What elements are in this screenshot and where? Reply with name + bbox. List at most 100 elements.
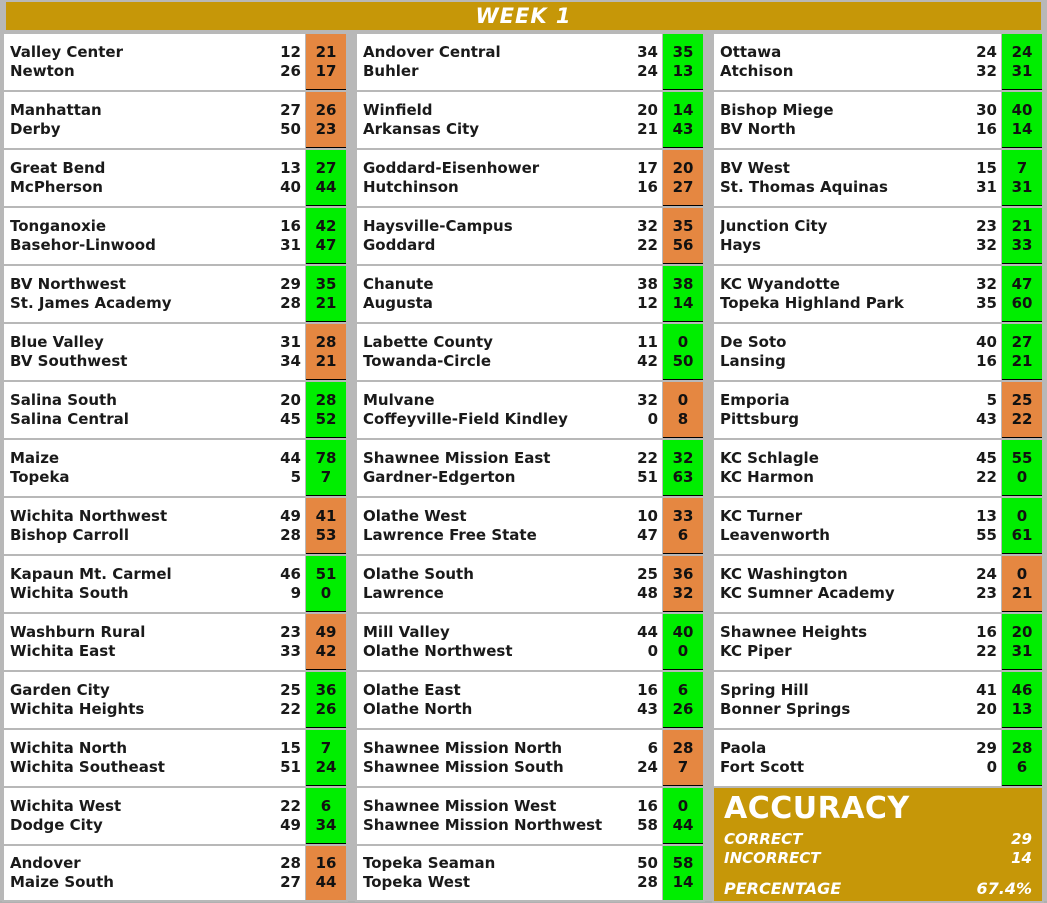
prediction-cell-incorrect: 41 53 — [306, 498, 346, 554]
game-row[interactable]: Wichita West 22 Dodge City 49 6 34 — [2, 786, 348, 844]
away-team-name: Maize — [10, 449, 60, 467]
home-team-row: BV North 16 — [720, 120, 997, 139]
away-team-row: Junction City 23 — [720, 217, 997, 236]
home-team-row: KC Sumner Academy 23 — [720, 584, 997, 603]
game-row[interactable]: Olathe East 16 Olathe North 43 6 26 — [355, 670, 705, 728]
away-team-row: Wichita Northwest 49 — [10, 507, 301, 526]
game-row[interactable]: Olathe South 25 Lawrence 48 36 32 — [355, 554, 705, 612]
game-row[interactable]: Winfield 20 Arkansas City 21 14 43 — [355, 90, 705, 148]
predicted-home-score: 52 — [315, 409, 337, 428]
prediction-cell-correct: 27 21 — [1002, 324, 1042, 380]
game-row[interactable]: KC Schlagle 45 KC Harmon 22 55 0 — [712, 438, 1044, 496]
away-team-name: Valley Center — [10, 43, 123, 61]
predicted-away-score: 7 — [320, 738, 332, 757]
prediction-cell-correct: 20 31 — [1002, 614, 1042, 670]
predicted-home-score: 13 — [1011, 699, 1033, 718]
away-team-score: 28 — [280, 854, 301, 872]
game-row[interactable]: Mill Valley 44 Olathe Northwest 0 40 0 — [355, 612, 705, 670]
game-row[interactable]: Wichita Northwest 49 Bishop Carroll 28 41 53 — [2, 496, 348, 554]
predicted-away-score: 20 — [1011, 622, 1033, 641]
away-team-name: Tonganoxie — [10, 217, 107, 235]
game-row[interactable]: Ottawa 24 Atchison 32 24 31 — [712, 32, 1044, 90]
game-row[interactable]: Valley Center 12 Newton 26 21 17 — [2, 32, 348, 90]
predicted-away-score: 40 — [672, 622, 694, 641]
game-teams: Shawnee Mission North 6 Shawnee Mission So… — [357, 730, 663, 786]
predicted-home-score: 34 — [315, 815, 337, 834]
game-teams: Andover 28 Maize South 27 — [4, 846, 306, 900]
home-team-row: Olathe North 43 — [363, 700, 658, 719]
predicted-home-score: 7 — [677, 757, 689, 776]
game-row[interactable]: Labette County 11 Towanda-Circle 42 0 50 — [355, 322, 705, 380]
game-row[interactable]: Goddard-Eisenhower 17 Hutchinson 16 20 27 — [355, 148, 705, 206]
games-column-1: Valley Center 12 Newton 26 21 17 Manhattan 27 De… — [0, 32, 348, 902]
game-row[interactable]: De Soto 40 Lansing 16 27 21 — [712, 322, 1044, 380]
game-row[interactable]: Great Bend 13 McPherson 40 27 44 — [2, 148, 348, 206]
home-team-name: Derby — [10, 120, 61, 138]
home-team-score: 16 — [976, 120, 997, 138]
away-team-name: Wichita West — [10, 797, 122, 815]
away-team-name: KC Schlagle — [720, 449, 819, 467]
game-row[interactable]: Kapaun Mt. Carmel 46 Wichita South 9 51 0 — [2, 554, 348, 612]
predicted-home-score: 14 — [672, 293, 694, 312]
game-row[interactable]: Garden City 25 Wichita Heights 22 36 26 — [2, 670, 348, 728]
predicted-home-score: 44 — [315, 873, 337, 891]
game-row[interactable]: Mulvane 32 Coffeyville-Field Kindley 0 0 8 — [355, 380, 705, 438]
game-row[interactable]: Shawnee Mission North 6 Shawnee Mission So… — [355, 728, 705, 786]
game-row[interactable]: Andover Central 34 Buhler 24 35 13 — [355, 32, 705, 90]
predicted-home-score: 21 — [1011, 351, 1033, 370]
game-row[interactable]: Manhattan 27 Derby 50 26 23 — [2, 90, 348, 148]
game-row[interactable]: KC Washington 24 KC Sumner Academy 23 0 21 — [712, 554, 1044, 612]
game-row[interactable]: Shawnee Mission East 22 Gardner-Edgerton 51… — [355, 438, 705, 496]
game-teams: Mill Valley 44 Olathe Northwest 0 — [357, 614, 663, 670]
prediction-cell-incorrect: 28 21 — [306, 324, 346, 380]
game-row[interactable]: Maize 44 Topeka 5 78 7 — [2, 438, 348, 496]
prediction-cell-correct: 28 52 — [306, 382, 346, 438]
away-team-name: Shawnee Mission East — [363, 449, 551, 467]
game-row[interactable]: BV West 15 St. Thomas Aquinas 31 7 31 — [712, 148, 1044, 206]
game-row[interactable]: Junction City 23 Hays 32 21 33 — [712, 206, 1044, 264]
away-team-score: 10 — [637, 507, 658, 525]
game-row[interactable]: Olathe West 10 Lawrence Free State 47 33 6 — [355, 496, 705, 554]
home-team-name: Shawnee Mission Northwest — [363, 816, 603, 834]
game-row[interactable]: Topeka Seaman 50 Topeka West 28 58 14 — [355, 844, 705, 902]
game-row[interactable]: Haysville-Campus 32 Goddard 22 35 56 — [355, 206, 705, 264]
accuracy-incorrect-label: INCORRECT — [724, 849, 821, 867]
game-row[interactable]: Wichita North 15 Wichita Southeast 51 7 24 — [2, 728, 348, 786]
game-row[interactable]: Tonganoxie 16 Basehor-Linwood 31 42 47 — [2, 206, 348, 264]
game-row[interactable]: Salina South 20 Salina Central 45 28 52 — [2, 380, 348, 438]
away-team-name: Washburn Rural — [10, 623, 146, 641]
home-team-name: Lawrence Free State — [363, 526, 537, 544]
game-row[interactable]: Shawnee Mission West 16 Shawnee Mission No… — [355, 786, 705, 844]
home-team-name: BV North — [720, 120, 796, 138]
home-team-score: 27 — [280, 873, 301, 891]
away-team-score: 27 — [280, 101, 301, 119]
game-row[interactable]: BV Northwest 29 St. James Academy 28 35 21 — [2, 264, 348, 322]
away-team-name: Salina South — [10, 391, 117, 409]
away-team-name: Mulvane — [363, 391, 435, 409]
game-teams: Shawnee Heights 16 KC Piper 22 — [714, 614, 1002, 670]
away-team-name: KC Wyandotte — [720, 275, 840, 293]
away-team-row: Olathe West 10 — [363, 507, 658, 526]
game-row[interactable]: Paola 29 Fort Scott 0 28 6 — [712, 728, 1044, 786]
away-team-name: Wichita Northwest — [10, 507, 168, 525]
away-team-row: Haysville-Campus 32 — [363, 217, 658, 236]
accuracy-percentage-value: 67.4% — [976, 879, 1032, 898]
home-team-row: Lansing 16 — [720, 352, 997, 371]
game-row[interactable]: Shawnee Heights 16 KC Piper 22 20 31 — [712, 612, 1044, 670]
game-row[interactable]: Spring Hill 41 Bonner Springs 20 46 13 — [712, 670, 1044, 728]
game-row[interactable]: KC Turner 13 Leavenworth 55 0 61 — [712, 496, 1044, 554]
predicted-away-score: 28 — [672, 738, 694, 757]
game-teams: Paola 29 Fort Scott 0 — [714, 730, 1002, 786]
prediction-cell-correct: 24 31 — [1002, 34, 1042, 90]
game-row[interactable]: Washburn Rural 23 Wichita East 33 49 42 — [2, 612, 348, 670]
game-row[interactable]: Blue Valley 31 BV Southwest 34 28 21 — [2, 322, 348, 380]
game-row[interactable]: Bishop Miege 30 BV North 16 40 14 — [712, 90, 1044, 148]
home-team-score: 23 — [976, 584, 997, 602]
game-row[interactable]: Andover 28 Maize South 27 16 44 — [2, 844, 348, 902]
game-row[interactable]: Emporia 5 Pittsburg 43 25 22 — [712, 380, 1044, 438]
predicted-home-score: 26 — [672, 699, 694, 718]
home-team-name: Basehor-Linwood — [10, 236, 156, 254]
game-row[interactable]: Chanute 38 Augusta 12 38 14 — [355, 264, 705, 322]
game-row[interactable]: KC Wyandotte 32 Topeka Highland Park 35 47 60 — [712, 264, 1044, 322]
home-team-row: Fort Scott 0 — [720, 758, 997, 777]
